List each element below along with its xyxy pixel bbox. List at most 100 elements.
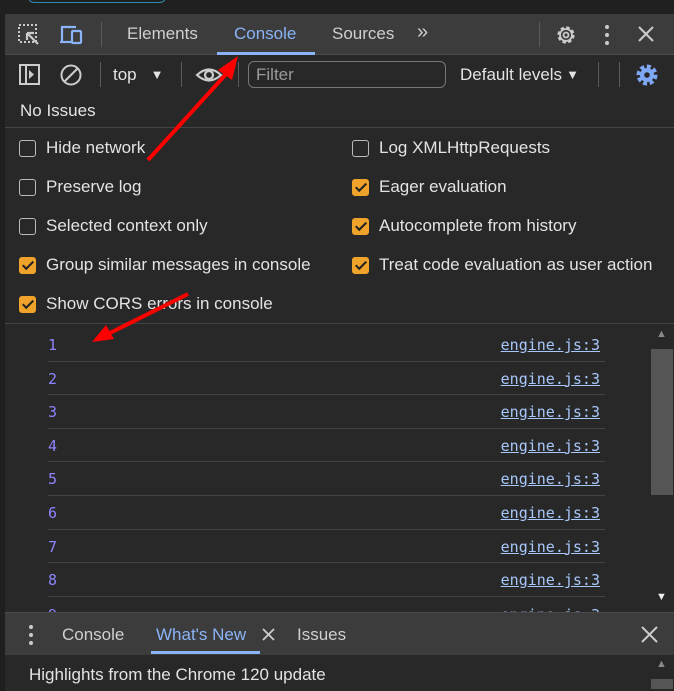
divider: [101, 22, 102, 47]
source-link[interactable]: engine.js:3: [501, 538, 600, 556]
more-options-icon[interactable]: [601, 23, 613, 47]
checkbox[interactable]: [352, 217, 369, 235]
divider: [539, 22, 540, 47]
source-link[interactable]: engine.js:3: [501, 370, 600, 388]
drawer-tab-console[interactable]: Console: [62, 625, 124, 645]
active-tab-indicator: [151, 651, 260, 654]
log-levels-value: Default levels: [460, 65, 563, 84]
drawer-tab-whats-new[interactable]: What's New: [156, 625, 246, 645]
option-label: Treat code evaluation as user action: [379, 255, 653, 274]
drawer-tab-issues[interactable]: Issues: [297, 625, 346, 645]
option-label: Hide network: [46, 138, 146, 157]
page-strip: [0, 0, 674, 14]
checkbox[interactable]: [352, 178, 369, 196]
scroll-up-icon[interactable]: ▲: [656, 658, 667, 670]
option-label: Log XMLHttpRequests: [379, 138, 551, 157]
tab-elements[interactable]: Elements: [127, 24, 198, 44]
scroll-down-icon[interactable]: ▼: [656, 591, 667, 603]
checkbox[interactable]: [19, 256, 36, 274]
checkbox[interactable]: [19, 295, 36, 313]
source-link[interactable]: engine.js:3: [501, 470, 600, 488]
console-message: 6 engine.js:3: [48, 496, 605, 530]
source-link[interactable]: engine.js:3: [501, 403, 600, 421]
checkbox[interactable]: [19, 178, 36, 196]
more-tabs-icon[interactable]: »: [417, 21, 428, 44]
option-label: Preserve log: [46, 177, 142, 196]
scrollbar-thumb[interactable]: [651, 349, 673, 495]
option-autocomplete-from-history[interactable]: Autocomplete from history: [352, 216, 576, 236]
sidebar-toggle-icon[interactable]: [18, 63, 42, 87]
log-value: 6: [48, 504, 58, 522]
option-label: Eager evaluation: [379, 177, 507, 196]
console-message: 2 engine.js:3: [48, 362, 605, 396]
console-message: 1 engine.js:3: [48, 328, 605, 362]
close-tab-icon[interactable]: [262, 628, 275, 641]
option-label: Show CORS errors in console: [46, 294, 273, 313]
drawer-tabbar: Console What's New Issues: [5, 612, 674, 655]
context-selector[interactable]: top ▼: [113, 65, 164, 85]
drawer-scrollbar[interactable]: ▲: [650, 655, 674, 691]
option-preserve-log[interactable]: Preserve log: [19, 177, 141, 197]
console-message: 8 engine.js:3: [48, 563, 605, 597]
checkbox[interactable]: [352, 139, 369, 157]
option-hide-network[interactable]: Hide network: [19, 138, 145, 158]
close-drawer-icon[interactable]: [641, 626, 658, 643]
option-treat-code-evaluation-as-user-action[interactable]: Treat code evaluation as user action: [352, 255, 652, 275]
source-link[interactable]: engine.js:3: [501, 504, 600, 522]
checkbox[interactable]: [19, 139, 36, 157]
whats-new-heading: Highlights from the Chrome 120 update: [29, 665, 326, 684]
option-label: Autocomplete from history: [379, 216, 577, 235]
option-label: Group similar messages in console: [46, 255, 311, 274]
console-message: 7 engine.js:3: [48, 530, 605, 564]
scrollbar-thumb[interactable]: [651, 679, 673, 689]
filter-input[interactable]: [248, 61, 446, 88]
divider: [181, 62, 182, 87]
log-value: 8: [48, 571, 58, 590]
log-value: 7: [48, 537, 58, 556]
settings-gear-icon[interactable]: [554, 23, 578, 47]
divider: [5, 323, 674, 324]
device-toolbar-icon[interactable]: [59, 23, 85, 47]
log-levels-dropdown[interactable]: Default levels ▼: [460, 65, 579, 85]
option-label: Selected context only: [46, 216, 208, 235]
console-message: 3 engine.js:3: [48, 395, 605, 429]
divider: [619, 62, 620, 87]
inspect-element-icon[interactable]: [17, 23, 41, 47]
divider: [100, 62, 101, 87]
console-message: 4 engine.js:3: [48, 429, 605, 463]
option-selected-context-only[interactable]: Selected context only: [19, 216, 208, 236]
divider: [5, 127, 674, 128]
option-group-similar-messages-in-console[interactable]: Group similar messages in console: [19, 255, 311, 275]
context-value: top: [113, 65, 137, 84]
devtools-tabbar: Elements Console Sources »: [5, 14, 674, 55]
drawer-menu-icon[interactable]: [26, 624, 36, 646]
page-element: [28, 0, 166, 3]
tab-sources[interactable]: Sources: [332, 24, 394, 44]
divider: [598, 62, 599, 87]
dropdown-arrow-icon: ▼: [150, 67, 164, 82]
log-value: 5: [48, 470, 58, 489]
console-message: 5 engine.js:3: [48, 462, 605, 496]
tab-console[interactable]: Console: [234, 24, 296, 44]
checkbox[interactable]: [19, 217, 36, 235]
option-eager-evaluation[interactable]: Eager evaluation: [352, 177, 507, 197]
log-value: 3: [48, 403, 58, 422]
log-value: 4: [48, 436, 58, 455]
issues-status: No Issues: [20, 101, 96, 120]
dropdown-arrow-icon: ▼: [566, 67, 579, 82]
log-value: 2: [48, 369, 58, 388]
source-link[interactable]: engine.js:3: [501, 571, 600, 589]
close-devtools-icon[interactable]: [637, 25, 655, 43]
panel-edge: [0, 14, 5, 691]
live-expression-eye-icon[interactable]: [195, 63, 223, 87]
divider: [238, 62, 239, 87]
console-settings-gear-icon[interactable]: [635, 63, 659, 87]
source-link[interactable]: engine.js:3: [501, 437, 600, 455]
log-value: 1: [48, 336, 58, 354]
clear-console-icon[interactable]: [59, 63, 83, 87]
option-log-xmlhttprequests[interactable]: Log XMLHttpRequests: [352, 138, 550, 158]
source-link[interactable]: engine.js:3: [501, 336, 600, 354]
scroll-up-icon[interactable]: ▲: [656, 328, 667, 340]
checkbox[interactable]: [352, 256, 369, 274]
option-show-cors-errors-in-console[interactable]: Show CORS errors in console: [19, 294, 273, 314]
